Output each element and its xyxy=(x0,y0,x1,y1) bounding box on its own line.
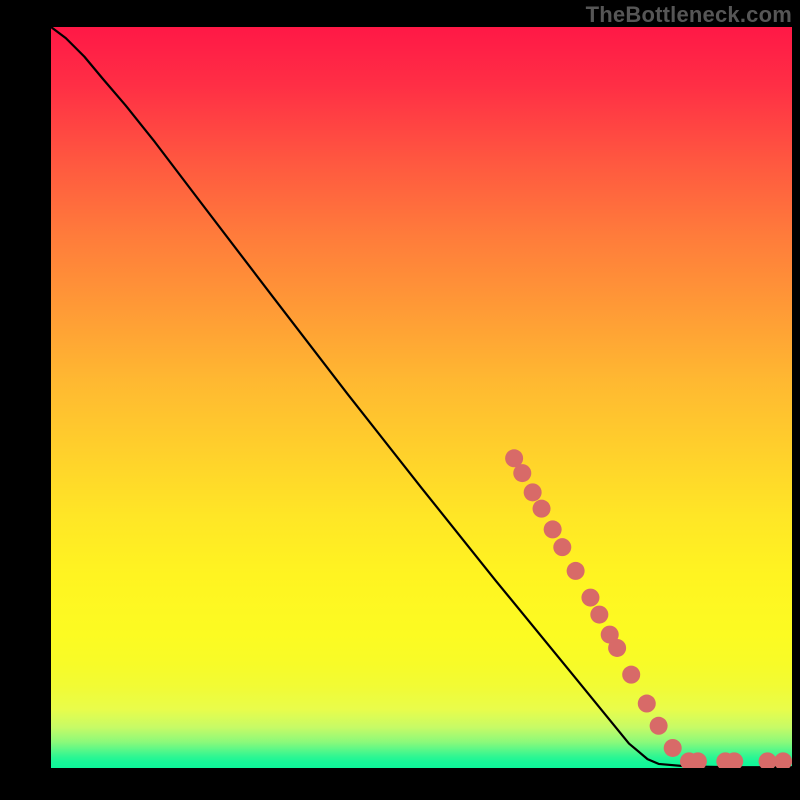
marker-dots xyxy=(505,449,792,768)
plot-area xyxy=(51,27,792,768)
watermark-text: TheBottleneck.com xyxy=(586,2,792,28)
marker-dot xyxy=(638,695,656,713)
marker-dot xyxy=(544,520,562,538)
curve-line xyxy=(51,27,792,767)
marker-dot xyxy=(524,483,542,501)
marker-dot xyxy=(590,606,608,624)
marker-dot xyxy=(650,717,668,735)
marker-dot xyxy=(567,562,585,580)
chart-svg xyxy=(51,27,792,768)
marker-dot xyxy=(553,538,571,556)
marker-dot xyxy=(533,500,551,518)
marker-dot xyxy=(664,739,682,757)
marker-dot xyxy=(622,666,640,684)
marker-dot xyxy=(608,639,626,657)
marker-dot xyxy=(513,464,531,482)
marker-dot xyxy=(581,589,599,607)
marker-dot xyxy=(759,752,777,768)
marker-dot xyxy=(774,752,792,768)
chart-stage: TheBottleneck.com xyxy=(0,0,800,800)
